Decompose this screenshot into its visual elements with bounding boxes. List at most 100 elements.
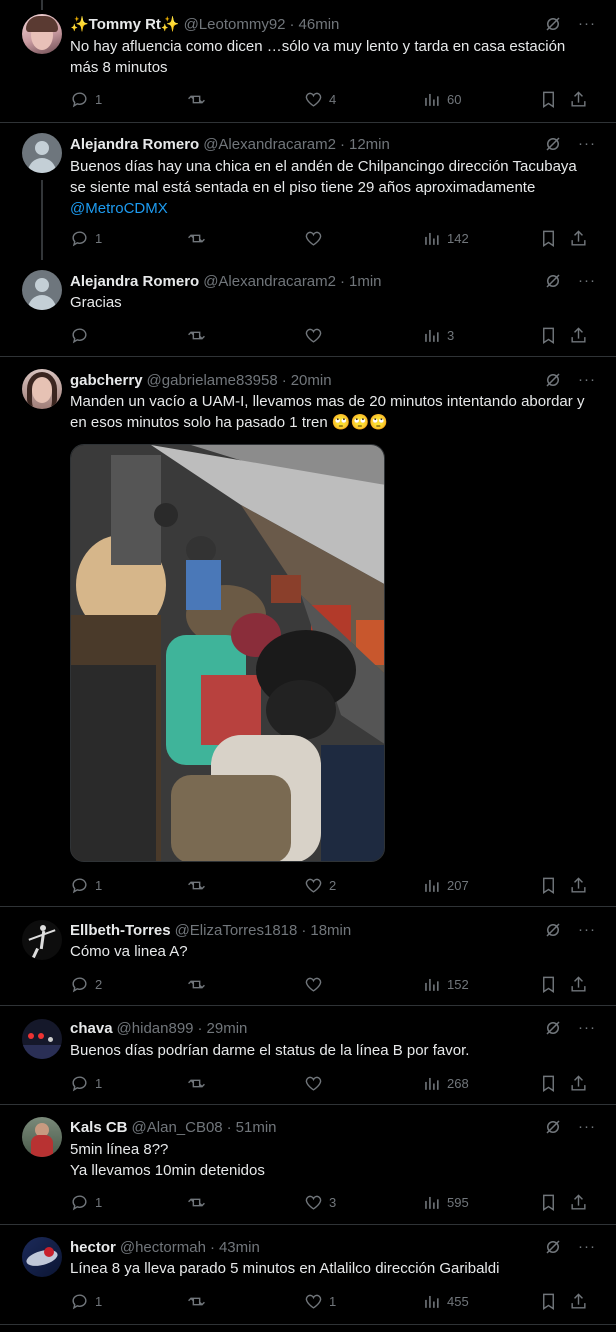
more-icon[interactable]: ··· <box>578 1237 596 1257</box>
user-handle[interactable]: @Alexandracaram2 <box>203 273 336 290</box>
avatar[interactable] <box>22 270 62 310</box>
repost-button[interactable] <box>187 89 206 109</box>
timestamp[interactable]: 12min <box>349 136 390 153</box>
reply-button[interactable]: 1 <box>70 89 102 109</box>
tweet[interactable]: Alejandra Romero @Alexandracaram2 · 12mi… <box>0 123 616 257</box>
views-button[interactable]: 3 <box>422 325 454 345</box>
like-button[interactable]: 4 <box>304 89 336 109</box>
user-handle[interactable]: @Alan_CB08 <box>132 1119 223 1136</box>
views-button[interactable]: 142 <box>422 228 469 248</box>
more-icon[interactable]: ··· <box>578 134 596 154</box>
avatar[interactable] <box>22 133 62 173</box>
more-icon[interactable]: ··· <box>578 271 596 291</box>
timestamp[interactable]: 29min <box>207 1020 248 1037</box>
display-name[interactable]: Kals CB <box>70 1119 128 1136</box>
display-name[interactable]: Alejandra Romero <box>70 273 199 290</box>
like-button[interactable] <box>304 1073 323 1093</box>
tweet[interactable]: Alejandra Romero @Alexandracaram2 · 1min… <box>0 257 616 357</box>
bookmark-button[interactable] <box>539 1073 558 1093</box>
views-button[interactable]: 207 <box>422 875 469 895</box>
repost-button[interactable] <box>187 1073 206 1093</box>
mention-link[interactable]: @MetroCDMX <box>70 200 168 217</box>
bookmark-button[interactable] <box>539 228 558 248</box>
share-button[interactable] <box>569 228 588 248</box>
views-button[interactable]: 152 <box>422 974 469 994</box>
bookmark-button[interactable] <box>539 875 558 895</box>
bookmark-button[interactable] <box>539 89 558 109</box>
more-icon[interactable]: ··· <box>578 1117 596 1137</box>
views-button[interactable]: 595 <box>422 1192 469 1212</box>
avatar[interactable] <box>22 14 62 54</box>
tweet[interactable]: ✨Tommy Rt✨ @Leotommy92 · 46min ··· No ha… <box>0 0 616 123</box>
user-handle[interactable]: @hectormah <box>120 1239 206 1256</box>
like-button[interactable]: 3 <box>304 1192 336 1212</box>
timestamp[interactable]: 18min <box>310 922 351 939</box>
bookmark-button[interactable] <box>539 325 558 345</box>
display-name[interactable]: Alejandra Romero <box>70 136 199 153</box>
like-button[interactable] <box>304 974 323 994</box>
repost-button[interactable] <box>187 974 206 994</box>
views-button[interactable]: 268 <box>422 1073 469 1093</box>
repost-button[interactable] <box>187 325 206 345</box>
share-button[interactable] <box>569 875 588 895</box>
reply-button[interactable]: 1 <box>70 1073 102 1093</box>
user-handle[interactable]: @Alexandracaram2 <box>203 136 336 153</box>
bookmark-button[interactable] <box>539 1291 558 1311</box>
reply-button[interactable]: 2 <box>70 974 102 994</box>
grok-icon[interactable] <box>544 1118 562 1136</box>
user-handle[interactable]: @gabrielame83958 <box>147 372 278 389</box>
views-button[interactable]: 60 <box>422 89 461 109</box>
display-name[interactable]: hector <box>70 1239 116 1256</box>
share-button[interactable] <box>569 974 588 994</box>
views-button[interactable]: 455 <box>422 1291 469 1311</box>
bookmark-button[interactable] <box>539 974 558 994</box>
tweet[interactable]: Ellbeth-Torres @ElizaTorres1818 · 18min … <box>0 907 616 1006</box>
tweet[interactable]: gabcherry @gabrielame83958 · 20min ··· M… <box>0 357 616 907</box>
grok-icon[interactable] <box>544 1238 562 1256</box>
avatar[interactable] <box>22 1019 62 1059</box>
tweet[interactable]: Kals CB @Alan_CB08 · 51min ··· 5min líne… <box>0 1105 616 1225</box>
share-button[interactable] <box>569 325 588 345</box>
user-handle[interactable]: @hidan899 <box>117 1020 194 1037</box>
like-button[interactable] <box>304 325 323 345</box>
tweet[interactable]: hector @hectormah · 43min ··· Línea 8 ya… <box>0 1225 616 1325</box>
avatar[interactable] <box>22 920 62 960</box>
like-button[interactable]: 2 <box>304 875 336 895</box>
reply-button[interactable] <box>70 325 89 345</box>
display-name[interactable]: chava <box>70 1020 113 1037</box>
display-name[interactable]: Ellbeth-Torres <box>70 922 171 939</box>
avatar[interactable] <box>22 1117 62 1157</box>
grok-icon[interactable] <box>544 135 562 153</box>
bookmark-button[interactable] <box>539 1192 558 1212</box>
grok-icon[interactable] <box>544 272 562 290</box>
user-handle[interactable]: @ElizaTorres1818 <box>175 922 298 939</box>
timestamp[interactable]: 1min <box>349 273 382 290</box>
tweet-photo[interactable] <box>70 444 385 862</box>
reply-button[interactable]: 1 <box>70 1192 102 1212</box>
repost-button[interactable] <box>187 875 206 895</box>
repost-button[interactable] <box>187 1192 206 1212</box>
more-icon[interactable]: ··· <box>578 370 596 390</box>
grok-icon[interactable] <box>544 371 562 389</box>
more-icon[interactable]: ··· <box>578 920 596 940</box>
share-button[interactable] <box>569 1291 588 1311</box>
repost-button[interactable] <box>187 1291 206 1311</box>
user-handle[interactable]: @Leotommy92 <box>184 16 286 33</box>
timestamp[interactable]: 46min <box>299 16 340 33</box>
more-icon[interactable]: ··· <box>578 14 596 34</box>
timestamp[interactable]: 43min <box>219 1239 260 1256</box>
more-icon[interactable]: ··· <box>578 1018 596 1038</box>
grok-icon[interactable] <box>544 15 562 33</box>
grok-icon[interactable] <box>544 921 562 939</box>
like-button[interactable]: 1 <box>304 1291 336 1311</box>
avatar[interactable] <box>22 1237 62 1277</box>
grok-icon[interactable] <box>544 1019 562 1037</box>
reply-button[interactable]: 1 <box>70 228 102 248</box>
share-button[interactable] <box>569 89 588 109</box>
share-button[interactable] <box>569 1192 588 1212</box>
tweet[interactable]: chava @hidan899 · 29min ··· Buenos días … <box>0 1006 616 1105</box>
avatar[interactable] <box>22 369 62 409</box>
share-button[interactable] <box>569 1073 588 1093</box>
timestamp[interactable]: 20min <box>291 372 332 389</box>
timestamp[interactable]: 51min <box>236 1119 277 1136</box>
